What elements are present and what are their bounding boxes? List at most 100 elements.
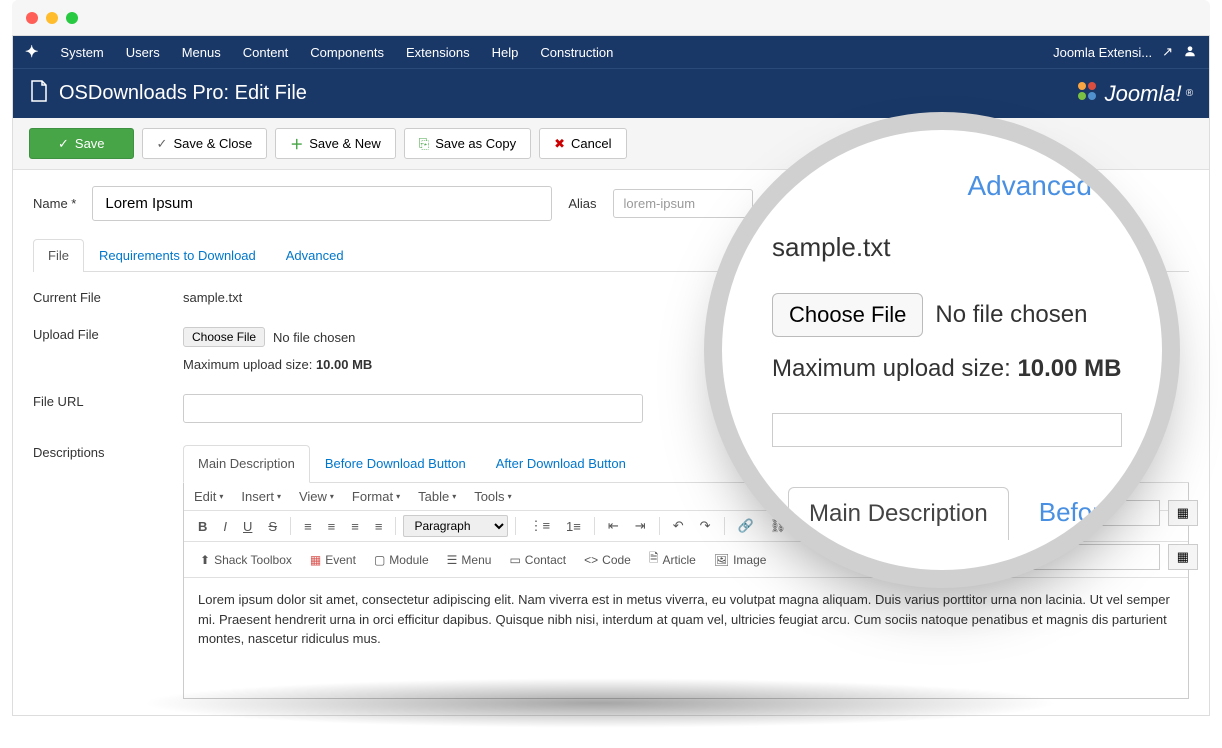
image-icon: 🖼 [714, 553, 729, 567]
menu-help[interactable]: Help [492, 45, 519, 60]
tab-requirements[interactable]: Requirements to Download [84, 239, 271, 271]
align-center-button[interactable]: ≡ [322, 516, 342, 537]
window-titlebar [12, 0, 1210, 36]
alias-label: Alias [568, 196, 596, 211]
menu-icon: ☰ [447, 553, 458, 567]
calendar-button-1[interactable]: ▦ [1168, 500, 1198, 526]
upload-file-label: Upload File [33, 327, 183, 342]
code-icon: <> [584, 553, 598, 567]
drop-shadow [140, 678, 1060, 728]
outdent-button[interactable]: ⇤ [602, 515, 625, 537]
menu-system[interactable]: System [60, 45, 103, 60]
editor-menu-table[interactable]: Table▾ [418, 489, 456, 504]
desc-tab-before[interactable]: Before Download Button [310, 445, 481, 482]
calendar-button-2[interactable]: ▦ [1168, 544, 1198, 570]
italic-button[interactable]: I [217, 516, 233, 537]
editor-menu-tools[interactable]: Tools▾ [474, 489, 511, 504]
align-right-button[interactable]: ≡ [345, 516, 365, 537]
cancel-button[interactable]: ✖Cancel [539, 128, 626, 159]
upload-icon: ⬆ [200, 553, 210, 567]
zoom-choose-file-button: Choose File [772, 293, 923, 337]
contact-icon: ▭ [509, 553, 520, 567]
code-button[interactable]: <>Code [576, 550, 639, 570]
page-header: OSDownloads Pro: Edit File Joomla!® [13, 68, 1209, 118]
user-icon[interactable] [1183, 44, 1197, 61]
menu-construction[interactable]: Construction [540, 45, 613, 60]
number-list-button[interactable]: 1≡ [560, 516, 587, 537]
page-title: OSDownloads Pro: Edit File [59, 82, 307, 105]
strike-button[interactable]: S [262, 516, 283, 537]
external-link-icon[interactable]: ↗ [1162, 44, 1173, 60]
desc-tab-main[interactable]: Main Description [183, 445, 310, 483]
file-url-input[interactable] [183, 394, 643, 423]
calendar-icon: ▦ [310, 553, 321, 567]
no-file-text: No file chosen [273, 330, 355, 345]
bullet-list-button[interactable]: ⋮≡ [523, 515, 556, 537]
calendar-icon: ▦ [1177, 505, 1189, 520]
editor-menu-view[interactable]: View▾ [299, 489, 334, 504]
minimize-window-icon[interactable] [46, 12, 58, 24]
cancel-icon: ✖ [554, 136, 565, 152]
image-button[interactable]: 🖼Image [706, 550, 775, 570]
admin-top-menu: ✦ System Users Menus Content Components … [13, 36, 1209, 68]
menu-button[interactable]: ☰Menu [439, 550, 500, 570]
zoom-no-file-text: No file chosen [935, 301, 1087, 329]
zoom-max-upload: Maximum upload size: 10.00 MB [772, 355, 1122, 383]
undo-button[interactable]: ↶ [667, 515, 690, 537]
shack-toolbox-button[interactable]: ⬆Shack Toolbox [192, 550, 300, 570]
align-justify-button[interactable]: ≡ [369, 516, 389, 537]
save-button[interactable]: ✓Save [29, 128, 134, 159]
joomla-logo: Joomla!® [1073, 77, 1193, 111]
editor-menu-edit[interactable]: Edit▾ [194, 489, 223, 504]
event-button[interactable]: ▦Event [302, 550, 364, 570]
zoom-current-file: sample.txt [772, 232, 1122, 263]
desc-tab-after[interactable]: After Download Button [481, 445, 641, 482]
editor-menu-insert[interactable]: Insert▾ [241, 489, 281, 504]
name-input[interactable] [92, 186, 552, 221]
maximize-window-icon[interactable] [66, 12, 78, 24]
menu-users[interactable]: Users [126, 45, 160, 60]
file-icon [29, 79, 49, 109]
calendar-icon: ▦ [1177, 549, 1189, 564]
bold-button[interactable]: B [192, 516, 213, 537]
tab-file[interactable]: File [33, 239, 84, 272]
menu-extensions[interactable]: Extensions [406, 45, 470, 60]
underline-button[interactable]: U [237, 516, 258, 537]
contact-button[interactable]: ▭Contact [501, 550, 574, 570]
save-new-button[interactable]: ＋Save & New [275, 128, 396, 159]
editor-menu-format[interactable]: Format▾ [352, 489, 400, 504]
menu-menus[interactable]: Menus [182, 45, 221, 60]
menu-components[interactable]: Components [310, 45, 384, 60]
name-label: Name * [33, 196, 76, 211]
file-url-label: File URL [33, 394, 183, 409]
descriptions-label: Descriptions [33, 445, 183, 460]
article-icon: 🗎 [649, 549, 659, 570]
menu-content[interactable]: Content [243, 45, 289, 60]
site-name-link[interactable]: Joomla Extensi... [1053, 45, 1152, 60]
unlink-button[interactable]: ⛓ [764, 515, 793, 537]
module-icon: ▢ [374, 553, 385, 567]
save-copy-button[interactable]: ⎘Save as Copy [404, 128, 531, 159]
save-close-button[interactable]: ✓Save & Close [142, 128, 268, 159]
check-icon: ✓ [157, 136, 168, 152]
alias-input[interactable] [613, 189, 753, 218]
paragraph-select[interactable]: Paragraph [403, 515, 508, 537]
zoom-lens: Advanced sample.txt Choose File No file … [722, 130, 1162, 570]
zoom-main-desc-tab: Main Description [788, 487, 1009, 540]
redo-button[interactable]: ↷ [694, 515, 717, 537]
joomla-icon[interactable]: ✦ [25, 42, 38, 62]
module-button[interactable]: ▢Module [366, 550, 437, 570]
plus-icon: ＋ [290, 134, 303, 153]
current-file-label: Current File [33, 290, 183, 305]
check-icon: ✓ [58, 136, 69, 152]
tab-advanced[interactable]: Advanced [271, 239, 359, 271]
joomla-burst-icon [1073, 77, 1101, 111]
article-button[interactable]: 🗎Article [641, 546, 704, 573]
choose-file-button[interactable]: Choose File [183, 327, 265, 347]
align-left-button[interactable]: ≡ [298, 516, 318, 537]
indent-button[interactable]: ⇥ [629, 515, 652, 537]
zoom-advanced-tab: Advanced [772, 170, 1092, 202]
zoom-url-input [772, 413, 1122, 447]
link-button[interactable]: 🔗 [732, 515, 760, 537]
close-window-icon[interactable] [26, 12, 38, 24]
